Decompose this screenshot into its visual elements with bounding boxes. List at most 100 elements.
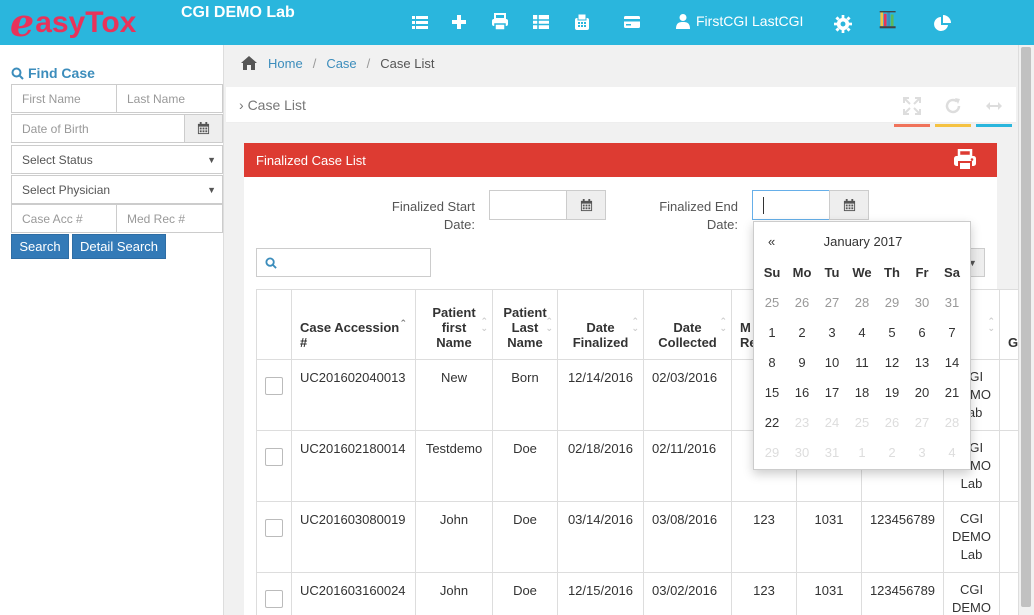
day-cell[interactable]: 5 [877, 325, 907, 340]
day-cell[interactable]: 25 [757, 295, 787, 310]
case-list-panel-header: › Case List [226, 87, 1016, 123]
day-cell[interactable]: 2 [787, 325, 817, 340]
select-all-header[interactable] [256, 289, 292, 360]
day-cell[interactable]: 21 [937, 385, 967, 400]
cell-case-accession[interactable]: UC201603160024 [291, 572, 416, 615]
day-cell[interactable]: 10 [817, 355, 847, 370]
user-menu[interactable]: FirstCGI LastCGI [676, 13, 803, 29]
credit-card-icon[interactable] [623, 13, 641, 31]
day-cell[interactable]: 31 [937, 295, 967, 310]
table-row[interactable]: UC201603080019 John Doe 03/14/2016 03/08… [256, 501, 1030, 573]
cell-case-accession[interactable]: UC201602040013 [291, 359, 416, 431]
calendar-icon[interactable] [829, 190, 869, 220]
day-cell[interactable]: 28 [847, 295, 877, 310]
day-cell[interactable]: 16 [787, 385, 817, 400]
col-header-date-collected[interactable]: ⌃ ⌄ Date Collected [643, 289, 732, 360]
cell: 1031 [796, 501, 862, 573]
day-cell[interactable]: 27 [817, 295, 847, 310]
dob-input[interactable]: Date of Birth [11, 114, 185, 143]
logo-letter: e [10, 0, 35, 45]
col-header-patient-last[interactable]: ⌃ ⌄ Patient Last Name [492, 289, 558, 360]
finalized-start-date-input[interactable] [489, 190, 567, 220]
day-cell[interactable]: 18 [847, 385, 877, 400]
day-cell[interactable]: 17 [817, 385, 847, 400]
day-cell[interactable]: 6 [907, 325, 937, 340]
plus-icon[interactable] [450, 13, 468, 31]
day-cell[interactable]: 7 [937, 325, 967, 340]
header-text: G [1008, 335, 1019, 350]
col-header-case-accession[interactable]: ⌃ Case Accession # [291, 289, 416, 360]
resize-horizontal-icon[interactable] [985, 97, 1003, 115]
expand-icon[interactable] [903, 97, 921, 115]
breadcrumb-home[interactable]: Home [268, 56, 303, 71]
day-cell[interactable]: 22 [757, 415, 787, 430]
print-icon[interactable] [953, 148, 977, 174]
finalized-end-date-input[interactable] [752, 190, 830, 220]
home-icon[interactable] [240, 55, 258, 71]
day-cell[interactable]: 11 [847, 355, 877, 370]
calendar-icon[interactable] [184, 114, 223, 143]
header-text: Date [586, 320, 615, 335]
cell-date-collected: 03/02/2016 [643, 572, 732, 615]
cell-case-accession[interactable]: UC201602180014 [291, 430, 416, 502]
day-cell[interactable]: 1 [757, 325, 787, 340]
row-checkbox[interactable] [265, 377, 283, 395]
breadcrumb-separator: / [312, 55, 317, 71]
day-cell[interactable]: 15 [757, 385, 787, 400]
day-cell[interactable]: 12 [877, 355, 907, 370]
calendar-icon[interactable] [566, 190, 606, 220]
page-scrollbar[interactable] [1018, 45, 1034, 615]
header-text: first [441, 320, 467, 335]
col-header-patient-first[interactable]: ⌃ ⌄ Patient first Name [415, 289, 493, 360]
first-name-input[interactable]: First Name [11, 84, 117, 113]
row-checkbox[interactable] [265, 448, 283, 466]
cell-case-accession[interactable]: UC201603080019 [291, 501, 416, 573]
table-search-input[interactable] [256, 248, 431, 277]
weekday-label: Fr [915, 264, 929, 280]
finalized-title: Finalized Case List [256, 153, 366, 168]
gear-icon[interactable] [834, 15, 852, 33]
col-header-date-finalized[interactable]: ⌃ ⌄ Date Finalized [557, 289, 644, 360]
print-icon[interactable] [491, 13, 509, 31]
day-cell[interactable]: 9 [787, 355, 817, 370]
day-cell-disabled: 3 [918, 444, 926, 460]
detail-search-button[interactable]: Detail Search [72, 234, 166, 259]
pie-chart-icon[interactable] [933, 15, 951, 32]
day-cell[interactable]: 8 [757, 355, 787, 370]
scrollbar-thumb[interactable] [1021, 47, 1031, 607]
day-cell[interactable]: 20 [907, 385, 937, 400]
cell-first-name: New [415, 359, 493, 431]
day-cell[interactable]: 13 [907, 355, 937, 370]
med-rec-input[interactable]: Med Rec # [116, 204, 223, 233]
refresh-icon[interactable] [944, 97, 962, 115]
search-button[interactable]: Search [11, 234, 69, 259]
books-icon[interactable] [879, 11, 905, 37]
table-row[interactable]: UC201603160024 John Doe 12/15/2016 03/02… [256, 572, 1030, 615]
last-name-input[interactable]: Last Name [116, 84, 223, 113]
easytox-logo[interactable]: e asyTox [10, 0, 136, 45]
header-text: Name [436, 335, 472, 350]
datepicker-prev-button[interactable]: « [768, 234, 775, 249]
table-list-icon[interactable] [532, 13, 550, 31]
day-cell[interactable]: 29 [877, 295, 907, 310]
case-acc-input[interactable]: Case Acc # [11, 204, 117, 233]
label-line: Date: [706, 217, 738, 232]
row-checkbox[interactable] [265, 519, 283, 537]
day-cell[interactable]: 30 [907, 295, 937, 310]
physician-select[interactable]: Select Physician ▼ [11, 175, 223, 204]
breadcrumb-case[interactable]: Case [326, 56, 356, 71]
row-checkbox[interactable] [265, 590, 283, 608]
datepicker-month[interactable]: January 2017 [754, 234, 972, 249]
day-cell[interactable]: 4 [847, 325, 877, 340]
day-cell[interactable]: 19 [877, 385, 907, 400]
status-select[interactable]: Select Status ▼ [11, 145, 223, 174]
fax-icon[interactable] [573, 13, 591, 31]
day-cell[interactable]: 14 [937, 355, 967, 370]
finalized-case-list-header: Finalized Case List [244, 143, 997, 177]
day-cell[interactable]: 3 [817, 325, 847, 340]
day-cell-disabled: 31 [824, 444, 840, 460]
day-cell[interactable]: 26 [787, 295, 817, 310]
cell-med-rec: 123 [731, 501, 797, 573]
list-icon[interactable] [411, 13, 429, 31]
finalized-end-label: Finalized End Date: [640, 198, 738, 234]
